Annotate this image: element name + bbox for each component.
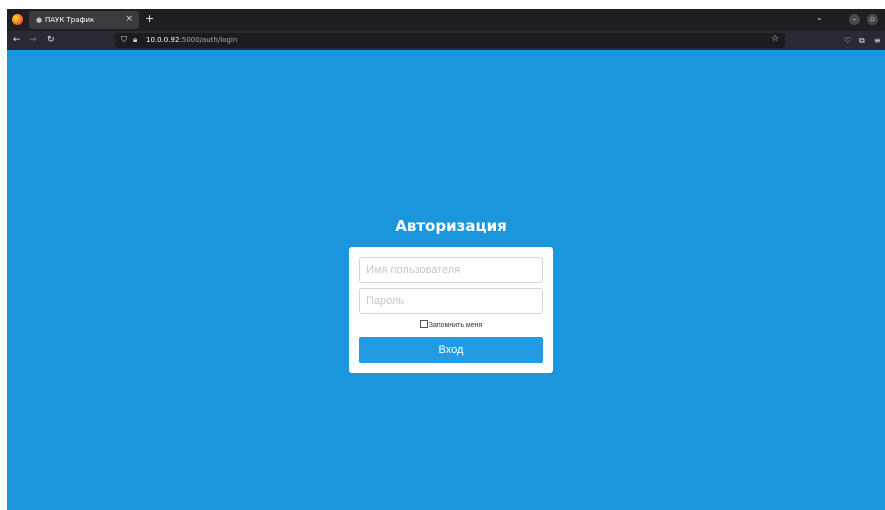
url-text[interactable]: 10.0.0.92:5000/auth/login	[146, 35, 237, 46]
tab-strip: ● ПАУК Трафик × + ⌄ – ▫	[7, 9, 885, 31]
tab-title: ПАУК Трафик	[45, 16, 95, 24]
username-input[interactable]	[359, 257, 543, 283]
close-icon[interactable]: ×	[125, 13, 133, 25]
star-icon[interactable]: ☆	[771, 34, 779, 44]
arrow-left-icon[interactable]: ←	[13, 34, 21, 46]
url-path: :5000/auth/login	[179, 36, 238, 44]
address-bar[interactable]: ⛉ 🔒︎ 10.0.0.92:5000/auth/login ☆	[115, 33, 785, 48]
arrow-right-icon[interactable]: →	[29, 34, 37, 46]
lock-icon[interactable]: 🔒︎	[133, 35, 137, 45]
reload-icon[interactable]: ↻	[47, 34, 55, 46]
puzzle-icon[interactable]: ⧉	[859, 35, 865, 46]
remember-me-checkbox[interactable]	[419, 320, 428, 328]
login-form: Запомнить меня Вход	[349, 247, 553, 373]
shield-icon[interactable]: ⛉	[121, 35, 127, 45]
maximize-icon[interactable]: ▫	[867, 14, 878, 25]
chevron-down-icon[interactable]: ⌄	[816, 13, 823, 22]
login-page: Авторизация Запомнить меня Вход	[7, 50, 885, 510]
navigation-toolbar: ← → ↻ ⛉ 🔒︎ 10.0.0.92:5000/auth/login ☆ ♡…	[7, 31, 885, 50]
remember-me[interactable]: Запомнить меня	[349, 320, 553, 331]
firefox-icon[interactable]	[12, 14, 23, 25]
page-title: Авторизация	[395, 217, 507, 235]
tab-active[interactable]: ● ПАУК Трафик ×	[29, 11, 139, 29]
remember-me-label: Запомнить меня	[428, 322, 483, 329]
hamburger-icon[interactable]: ≡	[874, 35, 881, 46]
url-host: 10.0.0.92	[146, 36, 180, 44]
minimize-icon[interactable]: –	[849, 14, 860, 25]
new-tab-button[interactable]: +	[145, 12, 154, 26]
dot-icon: ●	[36, 16, 43, 24]
pocket-icon[interactable]: ♡	[844, 35, 851, 46]
browser-window: ● ПАУК Трафик × + ⌄ – ▫ ← → ↻ ⛉ 🔒︎ 10.0.…	[7, 9, 885, 510]
login-button[interactable]: Вход	[359, 337, 543, 363]
password-input[interactable]	[359, 288, 543, 314]
